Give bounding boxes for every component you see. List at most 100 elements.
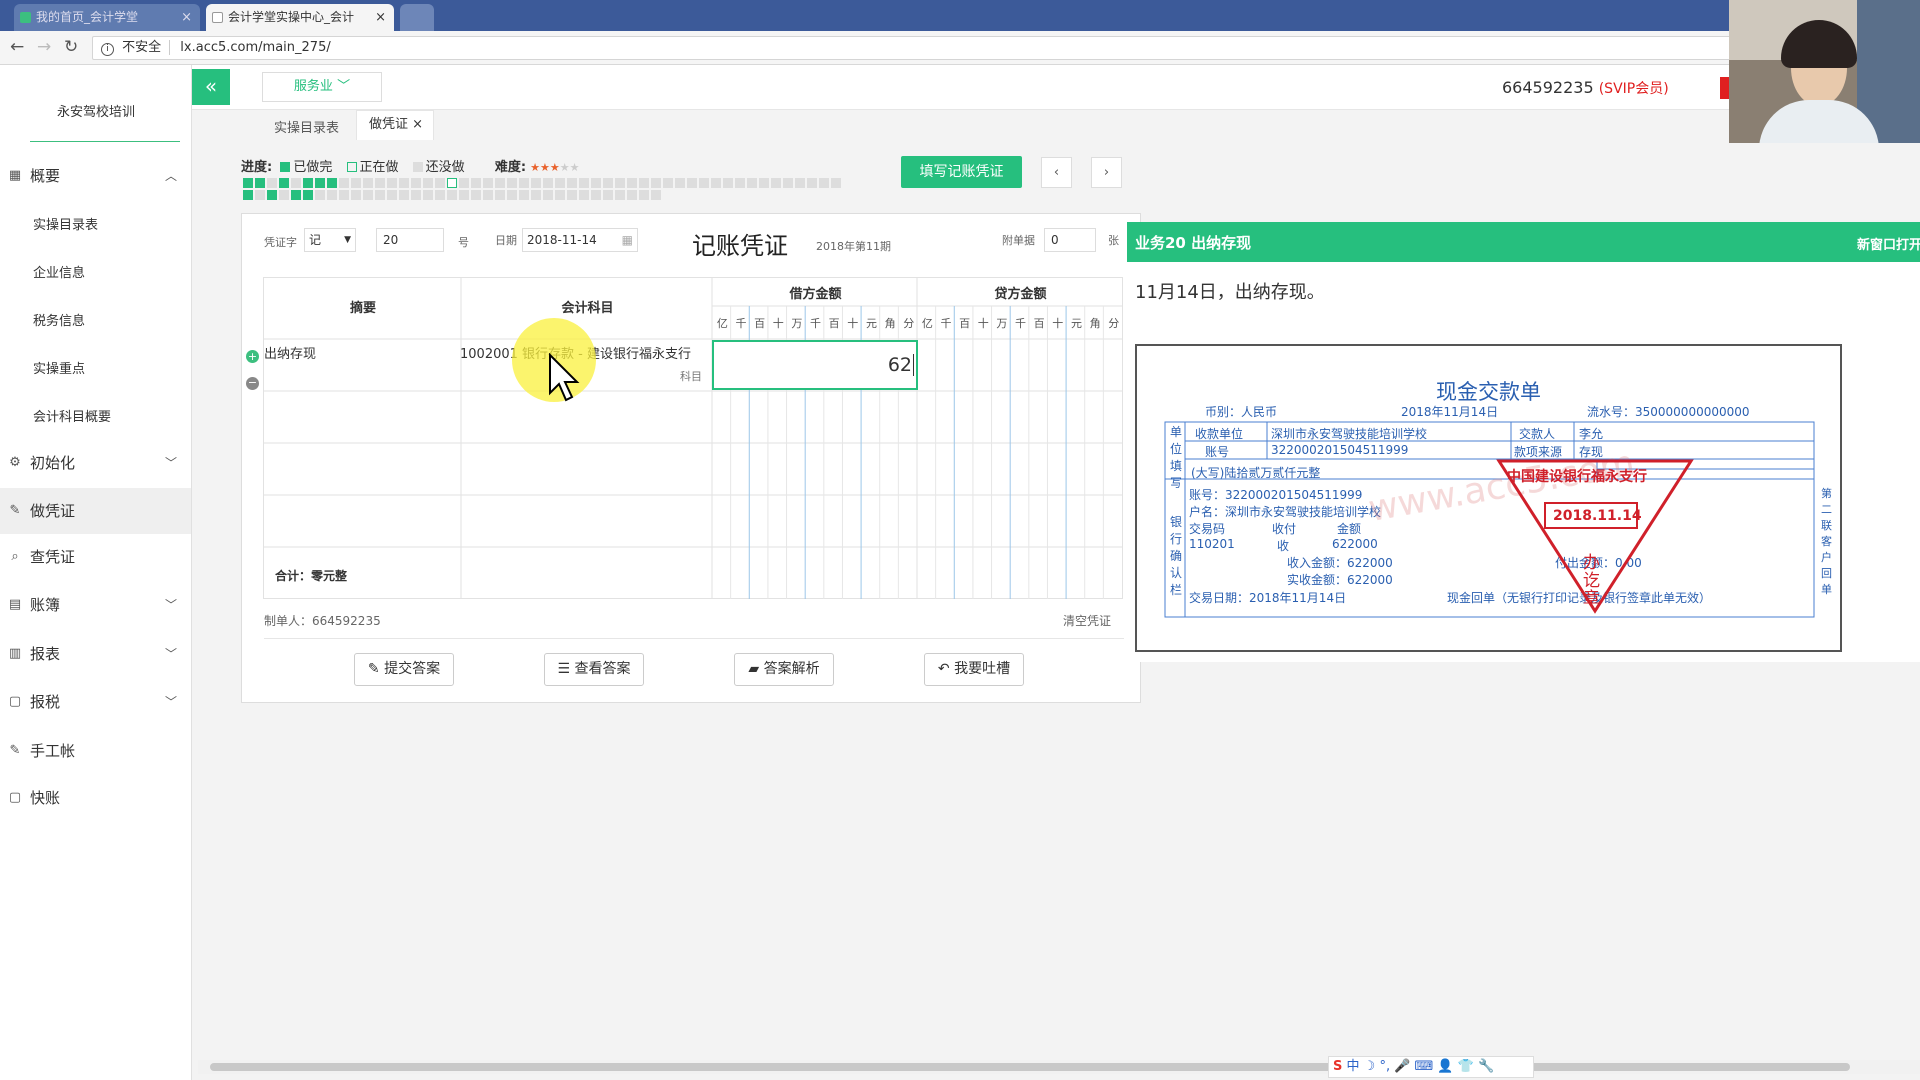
progress-cell[interactable]	[339, 190, 349, 200]
progress-cell[interactable]	[675, 178, 685, 188]
debit-amount-input[interactable]: 62	[712, 340, 918, 390]
progress-cell[interactable]	[315, 178, 325, 188]
progress-cell[interactable]	[279, 190, 289, 200]
progress-cell[interactable]	[483, 178, 493, 188]
progress-cell[interactable]	[495, 190, 505, 200]
answer-analysis-button[interactable]: ▰ 答案解析	[734, 653, 834, 686]
date-input[interactable]: 2018-11-14 ▦	[522, 228, 638, 252]
progress-cell[interactable]	[435, 190, 445, 200]
open-new-window-link[interactable]: 新窗口打开	[1857, 234, 1920, 253]
progress-cell[interactable]	[303, 190, 313, 200]
progress-cell[interactable]	[291, 178, 301, 188]
progress-cell[interactable]	[315, 190, 325, 200]
progress-cell[interactable]	[735, 178, 745, 188]
voucher-number-input[interactable]: 20	[376, 228, 444, 252]
progress-cell[interactable]	[603, 178, 613, 188]
menu-report[interactable]: ▥ 报表 ﹀	[0, 631, 191, 677]
progress-cell[interactable]	[423, 190, 433, 200]
horizontal-scrollbar[interactable]	[198, 1060, 1920, 1074]
browser-tab[interactable]: 我的首页_会计学堂 ×	[14, 4, 200, 31]
submenu-accounts[interactable]: 会计科目概要	[33, 406, 111, 425]
close-icon[interactable]: ×	[375, 4, 386, 31]
progress-cell[interactable]	[507, 190, 517, 200]
progress-cell[interactable]	[651, 190, 661, 200]
scrollbar-thumb[interactable]	[210, 1063, 1850, 1071]
progress-cell[interactable]	[303, 178, 313, 188]
progress-cell[interactable]	[627, 190, 637, 200]
progress-cell[interactable]	[555, 190, 565, 200]
progress-cell[interactable]	[567, 178, 577, 188]
progress-cell[interactable]	[711, 178, 721, 188]
progress-cell[interactable]	[615, 178, 625, 188]
menu-init[interactable]: ⚙ 初始化 ﹀	[0, 440, 191, 486]
close-icon[interactable]: ×	[181, 4, 192, 31]
progress-cell[interactable]	[531, 178, 541, 188]
progress-cell[interactable]	[279, 178, 289, 188]
menu-quick[interactable]: ▢ 快账	[0, 775, 191, 821]
submit-answer-button[interactable]: ✎ 提交答案	[354, 653, 454, 686]
progress-cell[interactable]	[459, 178, 469, 188]
progress-cell[interactable]	[411, 190, 421, 200]
industry-select[interactable]: 服务业 ﹀	[262, 72, 382, 102]
submenu-catalog[interactable]: 实操目录表	[33, 214, 98, 233]
progress-cell[interactable]	[339, 178, 349, 188]
progress-cell[interactable]	[591, 178, 601, 188]
progress-cell[interactable]	[687, 178, 697, 188]
progress-cell[interactable]	[327, 190, 337, 200]
progress-cell[interactable]	[567, 190, 577, 200]
progress-cell[interactable]	[351, 178, 361, 188]
voucher-word-select[interactable]: 记 ▼	[304, 228, 356, 252]
progress-cell[interactable]	[447, 190, 457, 200]
calendar-icon[interactable]: ▦	[622, 229, 633, 251]
progress-cell[interactable]	[255, 178, 265, 188]
menu-ledger[interactable]: ▤ 账簿 ﹀	[0, 582, 191, 628]
address-bar[interactable]: i 不安全 lx.acc5.com/main_275/	[92, 36, 1732, 60]
reload-icon[interactable]: ↻	[64, 37, 78, 57]
progress-cell[interactable]	[267, 178, 277, 188]
progress-cell[interactable]	[831, 178, 841, 188]
back-icon[interactable]: ←	[10, 37, 24, 57]
progress-cell[interactable]	[375, 178, 385, 188]
progress-cell[interactable]	[519, 178, 529, 188]
progress-cell[interactable]	[435, 178, 445, 188]
close-icon[interactable]: ×	[412, 117, 423, 132]
progress-cell[interactable]	[327, 178, 337, 188]
menu-manual[interactable]: ✎ 手工帐	[0, 728, 191, 774]
progress-cell[interactable]	[603, 190, 613, 200]
submenu-keypoints[interactable]: 实操重点	[33, 358, 85, 377]
progress-cell[interactable]	[579, 178, 589, 188]
view-answer-button[interactable]: ☰ 查看答案	[544, 653, 644, 686]
progress-cell[interactable]	[615, 190, 625, 200]
progress-cell[interactable]	[423, 178, 433, 188]
fill-voucher-button[interactable]: 填写记账凭证	[901, 156, 1022, 188]
browser-tab-active[interactable]: 会计学堂实操中心_会计 ×	[206, 4, 394, 31]
progress-cell[interactable]	[387, 190, 397, 200]
progress-cell[interactable]	[507, 178, 517, 188]
progress-cell[interactable]	[543, 178, 553, 188]
progress-cell[interactable]	[267, 190, 277, 200]
row-summary[interactable]: 出纳存现	[264, 343, 316, 362]
feedback-button[interactable]: ↶ 我要吐槽	[924, 653, 1024, 686]
progress-cell[interactable]	[363, 178, 373, 188]
progress-cell[interactable]	[447, 178, 457, 188]
progress-cell[interactable]	[483, 190, 493, 200]
submenu-company[interactable]: 企业信息	[33, 262, 85, 281]
attach-input[interactable]: 0	[1044, 228, 1096, 252]
progress-cell[interactable]	[255, 190, 265, 200]
progress-cell[interactable]	[627, 178, 637, 188]
tab-voucher[interactable]: 做凭证 ×	[356, 110, 434, 140]
progress-cell[interactable]	[639, 190, 649, 200]
progress-cell[interactable]	[759, 178, 769, 188]
progress-cell[interactable]	[579, 190, 589, 200]
progress-cell[interactable]	[543, 190, 553, 200]
progress-cell[interactable]	[351, 190, 361, 200]
clear-voucher-link[interactable]: 清空凭证	[1063, 612, 1111, 629]
menu-make-voucher[interactable]: ✎ 做凭证	[0, 488, 191, 534]
menu-query-voucher[interactable]: ⌕ 查凭证	[0, 534, 191, 580]
progress-cell[interactable]	[795, 178, 805, 188]
tab-catalog[interactable]: 实操目录表	[274, 117, 339, 136]
next-button[interactable]: ›	[1091, 157, 1122, 188]
progress-cell[interactable]	[651, 178, 661, 188]
new-tab-button[interactable]	[400, 4, 434, 31]
add-row-icon[interactable]: +	[246, 350, 259, 363]
